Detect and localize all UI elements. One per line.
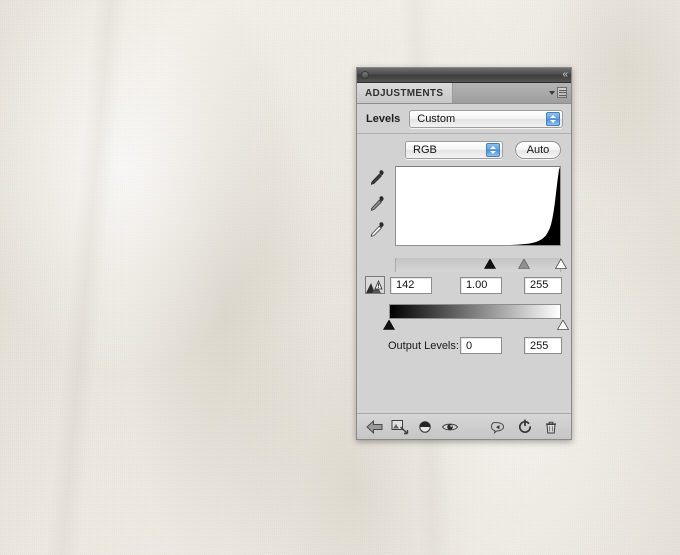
preset-select[interactable]: Custom (409, 110, 563, 128)
histogram-svg (396, 167, 561, 245)
chevron-down-icon (549, 91, 555, 95)
output-gradient-bar[interactable] (389, 304, 561, 319)
left-arrow-icon (366, 419, 384, 435)
input-levels-slider[interactable] (395, 258, 561, 272)
set-white-point-eyedropper[interactable] (364, 220, 386, 240)
collapse-panel-icon[interactable]: « (562, 68, 567, 82)
histogram-plot[interactable] (395, 166, 561, 246)
input-gamma-field[interactable]: 1.00 (460, 277, 502, 294)
output-levels-fields: Output Levels: 0 255 (357, 335, 571, 359)
set-gray-point-eyedropper[interactable] (364, 194, 386, 214)
output-black-slider-handle[interactable] (383, 320, 395, 333)
input-black-slider-handle[interactable] (484, 259, 496, 272)
output-levels-label: Output Levels: (388, 340, 459, 352)
panel-titlebar[interactable]: « (357, 68, 571, 83)
input-gamma-slider-handle[interactable] (518, 259, 530, 272)
window-dot-icon[interactable] (361, 71, 369, 79)
output-white-value: 255 (530, 340, 548, 352)
histogram-area (357, 166, 571, 258)
image-arrow-icon (391, 419, 409, 435)
clip-to-layer-button[interactable] (365, 418, 385, 436)
eyedropper-toolbar (364, 168, 388, 240)
output-white-slider-handle[interactable] (557, 320, 569, 333)
output-levels-slider[interactable] (389, 319, 561, 331)
clipping-preview-icon[interactable] (365, 276, 385, 294)
half-circle-icon (416, 419, 434, 435)
input-black-value: 142 (396, 279, 414, 291)
toggle-clipping-button[interactable] (415, 418, 435, 436)
panel-tabstrip: ADJUSTMENTS (357, 83, 571, 104)
eye-icon (440, 419, 460, 435)
auto-button-label: Auto (527, 144, 550, 156)
panel-menu-icon (557, 87, 567, 98)
output-gradient-fill (389, 304, 561, 319)
preset-row: Levels Custom (357, 104, 571, 134)
panel-bottom-toolbar (357, 413, 571, 439)
toggle-layer-visibility-button[interactable] (440, 418, 460, 436)
trash-icon (543, 419, 559, 435)
speech-arrow-icon (488, 419, 508, 435)
channel-row: RGB Auto (357, 134, 571, 166)
delete-adjustment-button[interactable] (541, 418, 561, 436)
reset-circular-arrow-icon (516, 419, 534, 435)
channel-select-value: RGB (413, 144, 437, 156)
reset-adjustment-button[interactable] (515, 418, 535, 436)
auto-button[interactable]: Auto (515, 141, 561, 159)
input-white-slider-handle[interactable] (555, 259, 567, 272)
input-black-field[interactable]: 142 (390, 277, 432, 294)
output-white-field[interactable]: 255 (524, 337, 562, 354)
set-black-point-eyedropper[interactable] (364, 168, 386, 188)
input-levels-fields: 142 1.00 255 (357, 272, 571, 298)
output-black-field[interactable]: 0 (460, 337, 502, 354)
input-gamma-value: 1.00 (466, 279, 487, 291)
channel-select[interactable]: RGB (405, 141, 503, 159)
output-black-value: 0 (466, 340, 472, 352)
levels-label: Levels (366, 113, 400, 125)
channel-stepper-icon[interactable] (486, 143, 500, 157)
panel-menu-button[interactable] (549, 87, 567, 98)
view-previous-state-button[interactable] (390, 418, 410, 436)
tab-adjustments[interactable]: ADJUSTMENTS (357, 83, 453, 103)
input-white-value: 255 (530, 279, 548, 291)
preset-stepper-icon[interactable] (546, 112, 560, 126)
paper-background (0, 0, 680, 555)
tab-adjustments-label: ADJUSTMENTS (365, 88, 443, 99)
input-white-field[interactable]: 255 (524, 277, 562, 294)
preset-select-value: Custom (417, 113, 455, 125)
adjustments-panel: « ADJUSTMENTS Levels Custom RGB Auto (356, 67, 572, 440)
preview-previous-button[interactable] (488, 418, 508, 436)
